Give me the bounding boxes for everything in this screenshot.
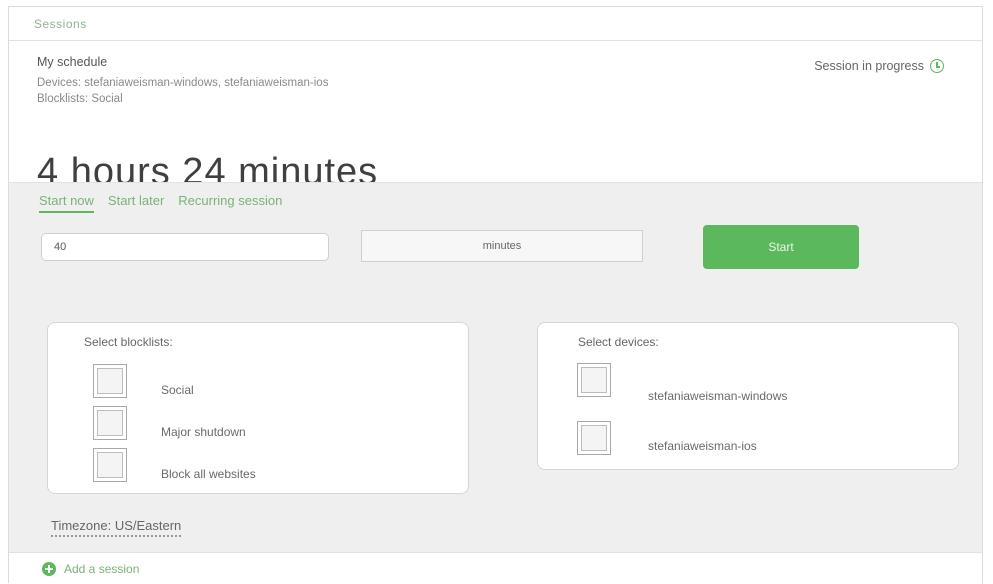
session-status-label: Session in progress [814, 59, 924, 73]
label-device-ios: stefaniaweisman-ios [648, 439, 757, 453]
checkbox-device-ios[interactable] [577, 421, 611, 455]
blocklists-box: Select blocklists: Social Major shutdown… [47, 322, 469, 494]
new-session-panel: Start now Start later Recurring session … [9, 182, 982, 552]
schedule-devices: Devices: stefaniaweisman-windows, stefan… [37, 77, 329, 89]
label-block-all-websites: Block all websites [161, 467, 256, 481]
blocklists-title: Select blocklists: [84, 335, 173, 349]
checkbox-major-shutdown[interactable] [93, 406, 127, 440]
start-button[interactable]: Start [703, 225, 859, 269]
sessions-header: Sessions [9, 7, 982, 41]
schedule-summary: My schedule Devices: stefaniaweisman-win… [9, 41, 982, 193]
schedule-blocklists: Blocklists: Social [37, 93, 123, 105]
label-device-windows: stefaniaweisman-windows [648, 389, 788, 403]
unit-select-value: minutes [482, 240, 522, 252]
sessions-title: Sessions [34, 16, 87, 31]
tab-start-now[interactable]: Start now [39, 193, 94, 213]
devices-title: Select devices: [578, 335, 659, 349]
sessions-window: Sessions My schedule Devices: stefaniawe… [8, 6, 983, 583]
tab-start-later[interactable]: Start later [108, 193, 164, 213]
checkbox-device-windows[interactable] [577, 363, 611, 397]
tab-recurring-session[interactable]: Recurring session [178, 193, 282, 213]
session-status: Session in progress [814, 59, 944, 73]
duration-input[interactable] [41, 233, 329, 261]
plus-circle-icon [42, 561, 56, 576]
label-social: Social [161, 383, 194, 397]
add-session-label: Add a session [64, 561, 140, 576]
session-tabs: Start now Start later Recurring session [39, 193, 282, 213]
checkbox-social[interactable] [93, 364, 127, 398]
label-major-shutdown: Major shutdown [161, 425, 246, 439]
unit-select[interactable]: minutes [361, 230, 643, 262]
timezone-link[interactable]: Timezone: US/Eastern [51, 518, 182, 537]
checkbox-block-all-websites[interactable] [93, 448, 127, 482]
clock-icon [930, 59, 944, 73]
devices-box: Select devices: stefaniaweisman-windows … [537, 322, 959, 470]
add-session-bar[interactable]: Add a session [9, 552, 982, 584]
